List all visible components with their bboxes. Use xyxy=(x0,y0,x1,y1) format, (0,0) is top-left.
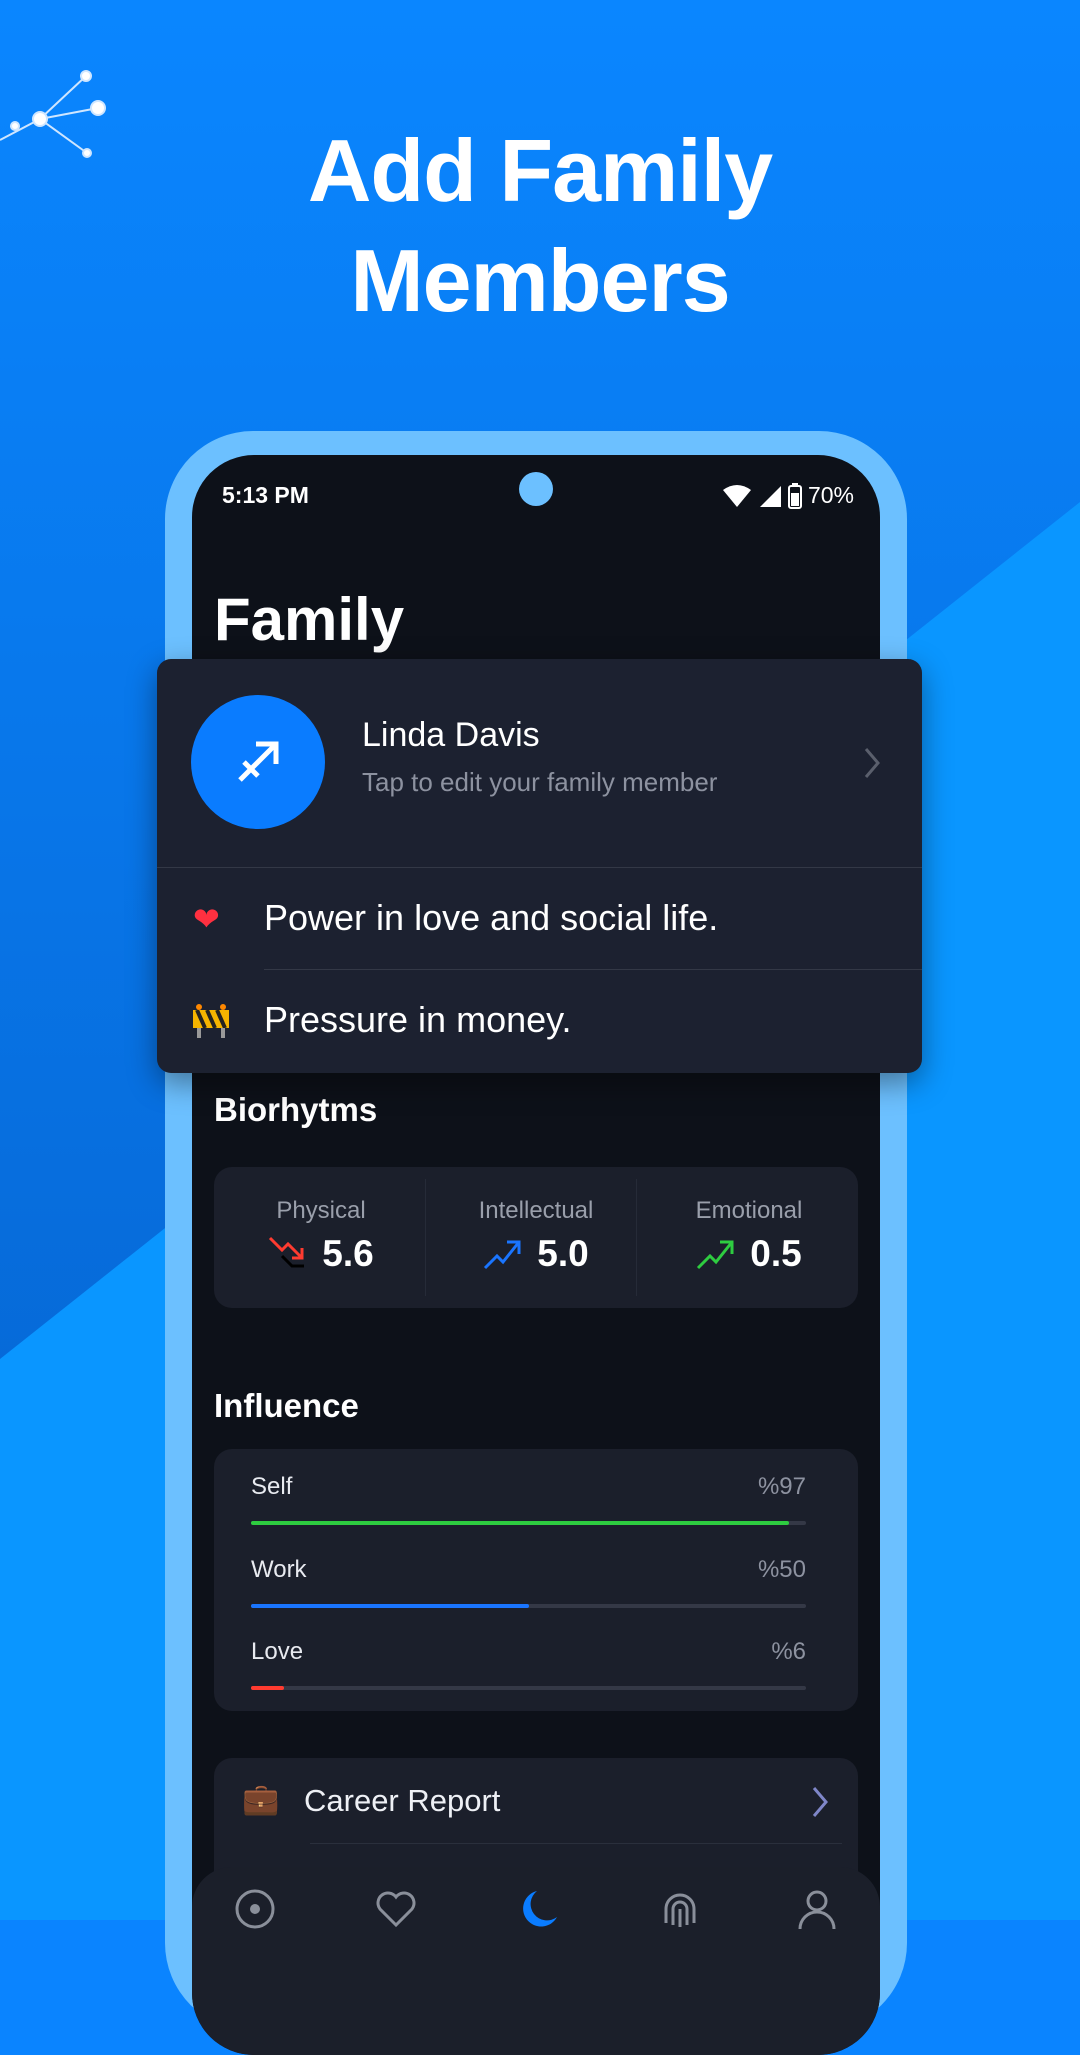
horoscope-icon[interactable] xyxy=(233,1887,277,1931)
heart-emoji-icon: ❤ xyxy=(193,901,220,937)
influence-label: Work xyxy=(251,1556,307,1583)
influence-row-self: Self %97 xyxy=(251,1473,806,1525)
influence-value: %50 xyxy=(757,1556,806,1583)
battery-icon xyxy=(787,482,802,509)
chevron-right-icon xyxy=(864,748,880,778)
member-name: Linda Davis xyxy=(362,716,540,754)
bio-value: 5.0 xyxy=(537,1233,589,1274)
biorhythms-title: Biorhytms xyxy=(214,1091,378,1128)
briefcase-icon: 💼 xyxy=(242,1783,280,1816)
bio-label: Emotional xyxy=(695,1197,803,1224)
biorhythms-card: Physical 5.6 Intellectual 5.0 Emotional … xyxy=(214,1167,858,1308)
bio-value: 5.6 xyxy=(322,1233,374,1274)
divider xyxy=(310,1843,842,1844)
heart-icon[interactable] xyxy=(374,1887,418,1931)
avatar xyxy=(191,695,325,829)
influence-row-work: Work %50 xyxy=(251,1556,806,1608)
report-label: Career Report xyxy=(304,1783,501,1818)
trend-up-icon xyxy=(484,1240,521,1270)
chevron-right-icon xyxy=(812,1787,828,1817)
edit-member-button[interactable]: Linda Davis Tap to edit your family memb… xyxy=(157,659,922,867)
influence-label: Love xyxy=(251,1638,304,1665)
member-subtitle: Tap to edit your family member xyxy=(362,767,718,797)
bottom-nav xyxy=(192,1867,880,2055)
influence-title: Influence xyxy=(214,1387,359,1424)
influence-card: Self %97 Work %50 Love %6 xyxy=(214,1449,858,1711)
battery-percent: 70% xyxy=(807,482,854,508)
progress-fill xyxy=(251,1604,529,1608)
highlight-text: Power in love and social life. xyxy=(264,897,719,938)
divider xyxy=(636,1179,637,1296)
headline-line-2: Members xyxy=(350,231,730,330)
bio-value: 0.5 xyxy=(750,1233,802,1274)
trend-up-icon xyxy=(697,1240,734,1270)
status-bar: 5:13 PM 70% xyxy=(222,482,854,509)
headline: Add Family Members xyxy=(0,116,1080,336)
progress-track xyxy=(251,1604,806,1608)
bio-label: Physical xyxy=(276,1197,366,1224)
influence-value: %6 xyxy=(771,1638,806,1665)
status-time: 5:13 PM xyxy=(222,482,309,508)
progress-track xyxy=(251,1686,806,1690)
wifi-icon xyxy=(722,484,751,507)
profile-icon[interactable] xyxy=(795,1887,839,1931)
influence-value: %97 xyxy=(757,1473,806,1500)
progress-fill xyxy=(251,1686,285,1690)
progress-track xyxy=(251,1521,806,1525)
trend-down-icon xyxy=(269,1236,305,1268)
headline-line-1: Add Family xyxy=(307,121,773,220)
fingerprint-icon[interactable] xyxy=(658,1887,702,1931)
biorhythm-intellectual: Intellectual 5.0 xyxy=(429,1167,643,1308)
moon-icon[interactable] xyxy=(517,1887,561,1931)
influence-row-love: Love %6 xyxy=(251,1638,806,1690)
sagittarius-icon xyxy=(238,741,279,782)
page-title: Family xyxy=(214,586,405,653)
biorhythm-emotional: Emotional 0.5 xyxy=(642,1167,856,1308)
career-report-item[interactable]: 💼 Career Report xyxy=(214,1758,858,1843)
biorhythm-physical: Physical 5.6 xyxy=(214,1167,428,1308)
family-member-card: Linda Davis Tap to edit your family memb… xyxy=(157,659,922,1073)
highlight-row: Pressure in money. xyxy=(157,970,922,1071)
bio-label: Intellectual xyxy=(478,1197,594,1224)
highlight-text: Pressure in money. xyxy=(264,999,572,1040)
construction-emoji-icon xyxy=(193,1004,229,1038)
divider xyxy=(425,1179,426,1296)
influence-label: Self xyxy=(251,1473,293,1500)
progress-fill xyxy=(251,1521,790,1525)
highlight-row: ❤ Power in love and social life. xyxy=(157,868,922,969)
signal-icon xyxy=(759,485,781,507)
